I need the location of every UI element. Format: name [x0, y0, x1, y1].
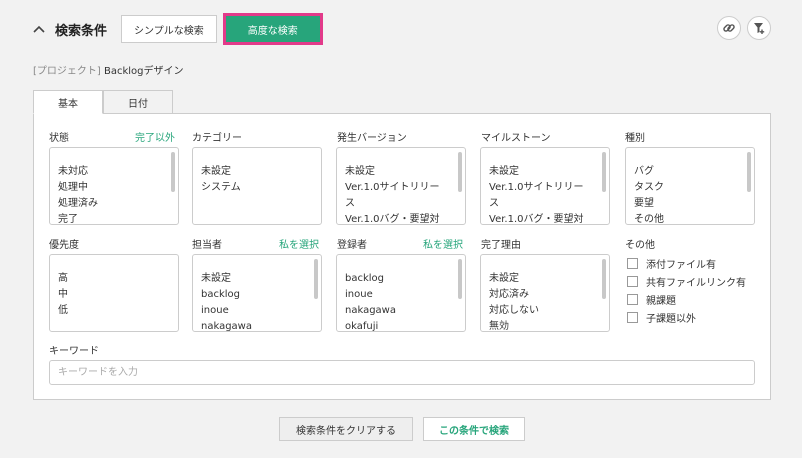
checkbox-box[interactable] [627, 276, 638, 287]
parent-issue-checkbox[interactable]: 親課題 [627, 292, 676, 307]
registrant-label: 登録者 [337, 240, 367, 251]
type-listbox[interactable]: バグ タスク 要望 その他 [625, 147, 755, 225]
list-item[interactable]: ス [489, 196, 601, 212]
list-item[interactable]: backlog [201, 287, 313, 303]
checkbox-label: 添付ファイル有 [646, 260, 716, 271]
search-with-conditions-button[interactable]: この条件で検索 [423, 417, 525, 441]
list-item[interactable]: 未設定 [345, 164, 457, 180]
search-tabs: 基本 日付 [33, 90, 173, 114]
list-item[interactable]: 未対応 [58, 164, 170, 180]
checkbox-box[interactable] [627, 294, 638, 305]
list-item[interactable]: Ver.1.0バグ・要望対 [345, 212, 457, 224]
attachment-checkbox[interactable]: 添付ファイル有 [627, 256, 716, 271]
search-panel: 状態 完了以外 カテゴリー 発生バージョン マイルストーン 種別 未対応 処理中… [33, 113, 771, 400]
filter-add-icon[interactable] [747, 16, 771, 40]
search-conditions-title: 検索条件 [55, 23, 108, 39]
list-item[interactable]: その他 [634, 212, 746, 224]
link-icon[interactable] [717, 16, 741, 40]
checkbox-box[interactable] [627, 312, 638, 323]
registrant-select-me-link[interactable]: 私を選択 [423, 236, 463, 251]
version-listbox[interactable]: 未設定 Ver.1.0サイトリリー ス Ver.1.0バグ・要望対 [336, 147, 466, 225]
type-label: 種別 [625, 133, 645, 144]
list-item[interactable]: 対応済み [489, 287, 601, 303]
list-item[interactable]: 中 [58, 287, 170, 303]
status-not-completed-link[interactable]: 完了以外 [135, 129, 175, 144]
list-item[interactable]: 対応しない [489, 303, 601, 319]
not-child-issue-checkbox[interactable]: 子課題以外 [627, 310, 696, 325]
tab-basic[interactable]: 基本 [33, 90, 103, 114]
project-prefix: [プロジェクト] [33, 66, 101, 77]
checkbox-label: 共有ファイルリンク有 [646, 278, 746, 289]
project-name: Backlogデザイン [104, 66, 184, 77]
list-item[interactable]: backlog [345, 271, 457, 287]
advanced-search-button[interactable]: 高度な検索 [222, 13, 323, 45]
checkbox-label: 子課題以外 [646, 314, 696, 325]
other-label: その他 [625, 240, 655, 251]
list-item[interactable]: 高 [58, 271, 170, 287]
list-item[interactable]: inoue [345, 287, 457, 303]
scrollbar[interactable] [171, 152, 175, 192]
search-header: 検索条件 シンプルな検索 高度な検索 [33, 13, 323, 45]
project-line: [プロジェクト] Backlogデザイン [33, 62, 184, 77]
scrollbar[interactable] [314, 259, 318, 299]
keyword-label: キーワード [49, 346, 99, 357]
assignee-label: 担当者 [192, 240, 222, 251]
list-item[interactable]: 未設定 [489, 271, 601, 287]
list-item[interactable]: 低 [58, 303, 170, 319]
version-label: 発生バージョン [337, 133, 407, 144]
assignee-listbox[interactable]: 未設定 backlog inoue nakagawa [192, 254, 322, 332]
list-item[interactable]: バグ [634, 164, 746, 180]
registrant-listbox[interactable]: backlog inoue nakagawa okafuji [336, 254, 466, 332]
resolution-label: 完了理由 [481, 240, 521, 251]
list-item[interactable]: 完了 [58, 212, 170, 224]
keyword-input[interactable] [49, 360, 755, 385]
clear-conditions-button[interactable]: 検索条件をクリアする [279, 417, 413, 441]
assignee-select-me-link[interactable]: 私を選択 [279, 236, 319, 251]
scrollbar[interactable] [602, 152, 606, 192]
priority-label: 優先度 [49, 240, 79, 251]
simple-search-button[interactable]: シンプルな検索 [121, 15, 217, 43]
milestone-listbox[interactable]: 未設定 Ver.1.0サイトリリー ス Ver.1.0バグ・要望対 [480, 147, 610, 225]
list-item[interactable]: 要望 [634, 196, 746, 212]
checkbox-box[interactable] [627, 258, 638, 269]
status-label: 状態 [49, 133, 69, 144]
status-listbox[interactable]: 未対応 処理中 処理済み 完了 [49, 147, 179, 225]
tab-date[interactable]: 日付 [103, 90, 173, 114]
list-item[interactable]: 処理中 [58, 180, 170, 196]
scrollbar[interactable] [458, 259, 462, 299]
list-item[interactable]: 無効 [489, 319, 601, 331]
list-item[interactable]: inoue [201, 303, 313, 319]
list-item[interactable]: 未設定 [489, 164, 601, 180]
chevron-up-icon[interactable] [33, 22, 49, 37]
list-item[interactable]: システム [201, 180, 313, 196]
category-label: カテゴリー [192, 133, 242, 144]
list-item[interactable]: Ver.1.0サイトリリー [345, 180, 457, 196]
shared-file-checkbox[interactable]: 共有ファイルリンク有 [627, 274, 746, 289]
scrollbar[interactable] [602, 259, 606, 299]
list-item[interactable]: 処理済み [58, 196, 170, 212]
priority-listbox[interactable]: 高 中 低 [49, 254, 179, 332]
list-item[interactable]: Ver.1.0バグ・要望対 [489, 212, 601, 224]
list-item[interactable]: Ver.1.0サイトリリー [489, 180, 601, 196]
list-item[interactable]: ス [345, 196, 457, 212]
category-listbox[interactable]: 未設定 システム [192, 147, 322, 225]
resolution-listbox[interactable]: 未設定 対応済み 対応しない 無効 [480, 254, 610, 332]
milestone-label: マイルストーン [481, 133, 551, 144]
scrollbar[interactable] [458, 152, 462, 192]
list-item[interactable]: okafuji [345, 319, 457, 331]
list-item[interactable]: nakagawa [345, 303, 457, 319]
checkbox-label: 親課題 [646, 296, 676, 307]
list-item[interactable]: タスク [634, 180, 746, 196]
list-item[interactable]: 未設定 [201, 271, 313, 287]
list-item[interactable]: 未設定 [201, 164, 313, 180]
list-item[interactable]: nakagawa [201, 319, 313, 331]
scrollbar[interactable] [747, 152, 751, 192]
